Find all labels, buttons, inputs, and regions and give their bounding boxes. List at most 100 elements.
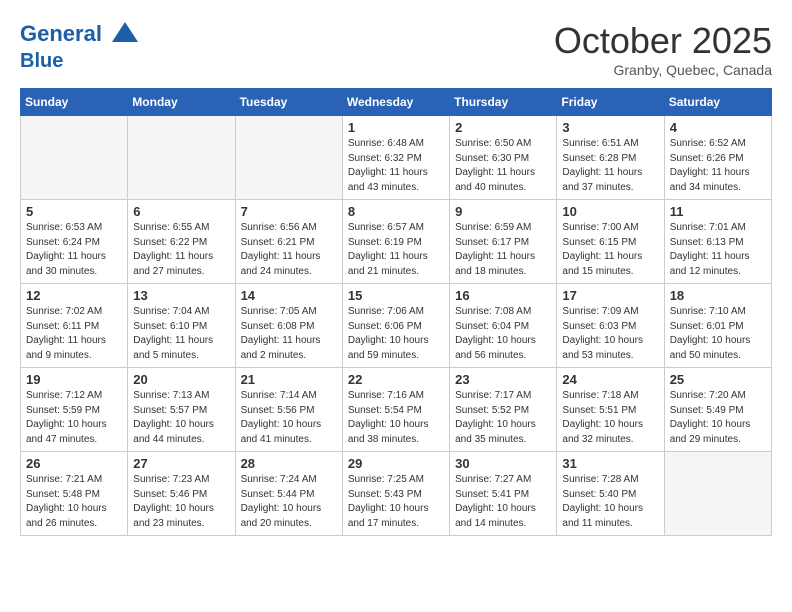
calendar-table: SundayMondayTuesdayWednesdayThursdayFrid… [20, 88, 772, 536]
day-info: Sunrise: 7:12 AM Sunset: 5:59 PM Dayligh… [26, 389, 122, 447]
calendar-cell: 6 Sunrise: 6:55 AM Sunset: 6:22 PM Daylig… [128, 200, 235, 284]
day-info: Sunrise: 6:51 AM Sunset: 6:28 PM Dayligh… [562, 137, 658, 195]
logo-icon [110, 20, 140, 50]
calendar-cell: 20 Sunrise: 7:13 AM Sunset: 5:57 PM Dayli… [128, 368, 235, 452]
weekday-header-row: SundayMondayTuesdayWednesdayThursdayFrid… [21, 89, 772, 116]
week-row-4: 19 Sunrise: 7:12 AM Sunset: 5:59 PM Dayli… [21, 368, 772, 452]
calendar-cell [664, 452, 771, 536]
week-row-1: 1 Sunrise: 6:48 AM Sunset: 6:32 PM Daylig… [21, 116, 772, 200]
calendar-cell: 2 Sunrise: 6:50 AM Sunset: 6:30 PM Daylig… [450, 116, 557, 200]
day-info: Sunrise: 7:01 AM Sunset: 6:13 PM Dayligh… [670, 221, 766, 279]
day-info: Sunrise: 7:21 AM Sunset: 5:48 PM Dayligh… [26, 473, 122, 531]
weekday-header-saturday: Saturday [664, 89, 771, 116]
calendar-cell: 11 Sunrise: 7:01 AM Sunset: 6:13 PM Dayli… [664, 200, 771, 284]
day-info: Sunrise: 7:04 AM Sunset: 6:10 PM Dayligh… [133, 305, 229, 363]
day-info: Sunrise: 7:23 AM Sunset: 5:46 PM Dayligh… [133, 473, 229, 531]
day-info: Sunrise: 7:08 AM Sunset: 6:04 PM Dayligh… [455, 305, 551, 363]
logo: General Blue [20, 20, 140, 72]
day-number: 27 [133, 456, 229, 471]
day-info: Sunrise: 7:17 AM Sunset: 5:52 PM Dayligh… [455, 389, 551, 447]
calendar-cell: 23 Sunrise: 7:17 AM Sunset: 5:52 PM Dayli… [450, 368, 557, 452]
day-number: 23 [455, 372, 551, 387]
day-number: 14 [241, 288, 337, 303]
weekday-header-monday: Monday [128, 89, 235, 116]
weekday-header-sunday: Sunday [21, 89, 128, 116]
calendar-cell: 17Sunrise: 7:09 AM Sunset: 6:03 PM Dayli… [557, 284, 664, 368]
calendar-cell [235, 116, 342, 200]
day-number: 24 [562, 372, 658, 387]
day-number: 1 [348, 120, 444, 135]
day-info: Sunrise: 7:20 AM Sunset: 5:49 PM Dayligh… [670, 389, 766, 447]
calendar-cell: 7Sunrise: 6:56 AM Sunset: 6:21 PM Daylig… [235, 200, 342, 284]
day-number: 29 [348, 456, 444, 471]
calendar-cell: 24Sunrise: 7:18 AM Sunset: 5:51 PM Dayli… [557, 368, 664, 452]
day-number: 2 [455, 120, 551, 135]
day-info: Sunrise: 7:05 AM Sunset: 6:08 PM Dayligh… [241, 305, 337, 363]
calendar-cell: 27 Sunrise: 7:23 AM Sunset: 5:46 PM Dayli… [128, 452, 235, 536]
day-number: 6 [133, 204, 229, 219]
weekday-header-thursday: Thursday [450, 89, 557, 116]
day-number: 28 [241, 456, 337, 471]
day-number: 15 [348, 288, 444, 303]
day-number: 25 [670, 372, 766, 387]
month-title: October 2025 [554, 20, 772, 62]
day-info: Sunrise: 7:06 AM Sunset: 6:06 PM Dayligh… [348, 305, 444, 363]
calendar-cell: 13Sunrise: 7:04 AM Sunset: 6:10 PM Dayli… [128, 284, 235, 368]
day-number: 31 [562, 456, 658, 471]
day-number: 18 [670, 288, 766, 303]
day-info: Sunrise: 7:25 AM Sunset: 5:43 PM Dayligh… [348, 473, 444, 531]
location-subtitle: Granby, Quebec, Canada [554, 62, 772, 78]
day-info: Sunrise: 7:27 AM Sunset: 5:41 PM Dayligh… [455, 473, 551, 531]
calendar-cell: 14 Sunrise: 7:05 AM Sunset: 6:08 PM Dayli… [235, 284, 342, 368]
calendar-cell: 1 Sunrise: 6:48 AM Sunset: 6:32 PM Daylig… [342, 116, 449, 200]
day-info: Sunrise: 6:48 AM Sunset: 6:32 PM Dayligh… [348, 137, 444, 195]
weekday-header-friday: Friday [557, 89, 664, 116]
day-number: 19 [26, 372, 122, 387]
day-info: Sunrise: 7:09 AM Sunset: 6:03 PM Dayligh… [562, 305, 658, 363]
day-number: 9 [455, 204, 551, 219]
day-info: Sunrise: 6:55 AM Sunset: 6:22 PM Dayligh… [133, 221, 229, 279]
week-row-2: 5Sunrise: 6:53 AM Sunset: 6:24 PM Daylig… [21, 200, 772, 284]
logo-blue: Blue [20, 50, 140, 72]
calendar-cell [128, 116, 235, 200]
day-number: 16 [455, 288, 551, 303]
day-number: 20 [133, 372, 229, 387]
week-row-3: 12 Sunrise: 7:02 AM Sunset: 6:11 PM Dayli… [21, 284, 772, 368]
day-number: 22 [348, 372, 444, 387]
logo-text: General [20, 20, 140, 50]
calendar-cell: 12 Sunrise: 7:02 AM Sunset: 6:11 PM Dayli… [21, 284, 128, 368]
day-number: 30 [455, 456, 551, 471]
calendar-cell [21, 116, 128, 200]
calendar-cell: 21 Sunrise: 7:14 AM Sunset: 5:56 PM Dayli… [235, 368, 342, 452]
calendar-cell: 18 Sunrise: 7:10 AM Sunset: 6:01 PM Dayli… [664, 284, 771, 368]
day-info: Sunrise: 7:14 AM Sunset: 5:56 PM Dayligh… [241, 389, 337, 447]
calendar-cell: 16 Sunrise: 7:08 AM Sunset: 6:04 PM Dayli… [450, 284, 557, 368]
day-info: Sunrise: 7:02 AM Sunset: 6:11 PM Dayligh… [26, 305, 122, 363]
calendar-cell: 19 Sunrise: 7:12 AM Sunset: 5:59 PM Dayli… [21, 368, 128, 452]
day-info: Sunrise: 7:13 AM Sunset: 5:57 PM Dayligh… [133, 389, 229, 447]
day-info: Sunrise: 7:16 AM Sunset: 5:54 PM Dayligh… [348, 389, 444, 447]
calendar-cell: 28 Sunrise: 7:24 AM Sunset: 5:44 PM Dayli… [235, 452, 342, 536]
day-info: Sunrise: 6:57 AM Sunset: 6:19 PM Dayligh… [348, 221, 444, 279]
calendar-cell: 9Sunrise: 6:59 AM Sunset: 6:17 PM Daylig… [450, 200, 557, 284]
day-info: Sunrise: 7:24 AM Sunset: 5:44 PM Dayligh… [241, 473, 337, 531]
calendar-cell: 30 Sunrise: 7:27 AM Sunset: 5:41 PM Dayli… [450, 452, 557, 536]
day-number: 7 [241, 204, 337, 219]
title-section: October 2025 Granby, Quebec, Canada [554, 20, 772, 78]
day-number: 12 [26, 288, 122, 303]
day-number: 21 [241, 372, 337, 387]
day-info: Sunrise: 6:50 AM Sunset: 6:30 PM Dayligh… [455, 137, 551, 195]
day-number: 11 [670, 204, 766, 219]
day-number: 26 [26, 456, 122, 471]
calendar-cell: 4Sunrise: 6:52 AM Sunset: 6:26 PM Daylig… [664, 116, 771, 200]
calendar-cell: 3Sunrise: 6:51 AM Sunset: 6:28 PM Daylig… [557, 116, 664, 200]
calendar-cell: 10Sunrise: 7:00 AM Sunset: 6:15 PM Dayli… [557, 200, 664, 284]
weekday-header-wednesday: Wednesday [342, 89, 449, 116]
calendar-cell: 22 Sunrise: 7:16 AM Sunset: 5:54 PM Dayli… [342, 368, 449, 452]
day-info: Sunrise: 7:10 AM Sunset: 6:01 PM Dayligh… [670, 305, 766, 363]
week-row-5: 26 Sunrise: 7:21 AM Sunset: 5:48 PM Dayli… [21, 452, 772, 536]
day-number: 10 [562, 204, 658, 219]
calendar-cell: 31Sunrise: 7:28 AM Sunset: 5:40 PM Dayli… [557, 452, 664, 536]
calendar-cell: 25 Sunrise: 7:20 AM Sunset: 5:49 PM Dayli… [664, 368, 771, 452]
day-info: Sunrise: 6:53 AM Sunset: 6:24 PM Dayligh… [26, 221, 122, 279]
